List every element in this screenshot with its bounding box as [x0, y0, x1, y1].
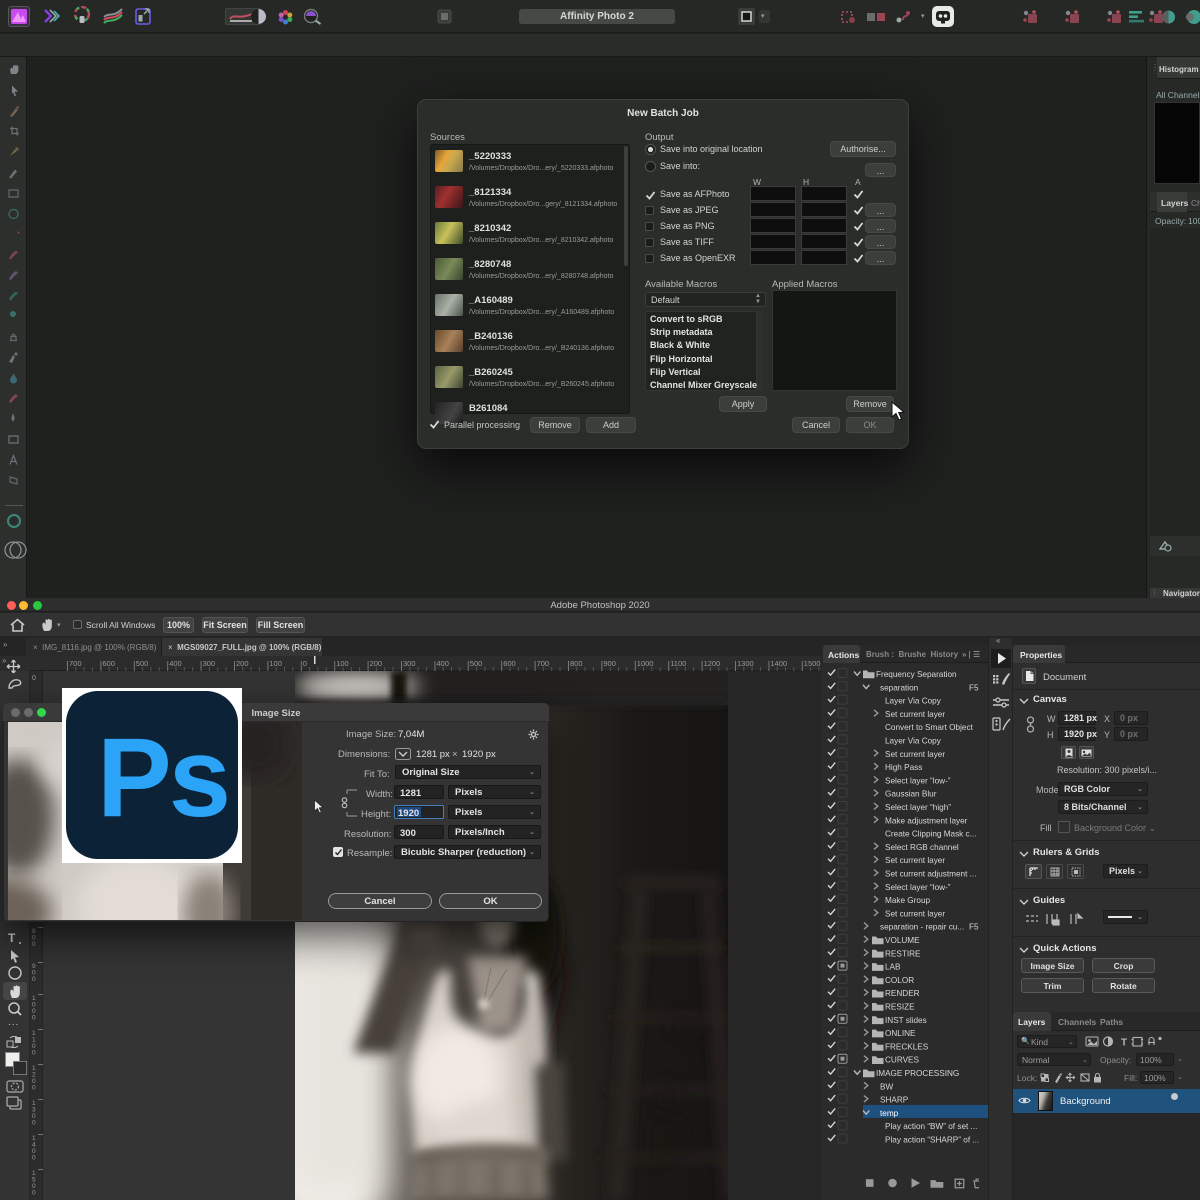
svg-text:CURVES: CURVES — [885, 1056, 920, 1065]
svg-text:Make adjustment layer: Make adjustment layer — [885, 816, 968, 825]
svg-text:1200: 1200 — [704, 659, 721, 668]
svg-text:600: 600 — [102, 659, 115, 668]
svg-text:600: 600 — [503, 659, 516, 668]
svg-text:1500: 1500 — [804, 659, 821, 668]
svg-text:RESIZE: RESIZE — [885, 1003, 915, 1012]
svg-text:0: 0 — [32, 1190, 36, 1197]
svg-text:800: 800 — [570, 659, 583, 668]
svg-text:IMAGE PROCESSING: IMAGE PROCESSING — [876, 1069, 959, 1078]
svg-text:Play action “BW” of set ...: Play action “BW” of set ... — [885, 1122, 977, 1131]
svg-text:temp: temp — [880, 1109, 899, 1118]
svg-text:Make Group: Make Group — [885, 896, 930, 905]
svg-text:separation: separation — [880, 683, 919, 692]
svg-text:100: 100 — [336, 659, 349, 668]
svg-text:0: 0 — [32, 675, 36, 682]
svg-text:COLOR: COLOR — [885, 976, 914, 985]
svg-text:Frequency Separation: Frequency Separation — [876, 670, 957, 679]
svg-text:1300: 1300 — [737, 659, 754, 668]
svg-text:700: 700 — [69, 659, 82, 668]
svg-text:Select layer “high”: Select layer “high” — [885, 803, 951, 812]
svg-text:Layer Via Copy: Layer Via Copy — [885, 737, 942, 746]
svg-text:Gaussian Blur: Gaussian Blur — [885, 790, 937, 799]
svg-text:INST slides: INST slides — [885, 1016, 927, 1025]
svg-text:ONLINE: ONLINE — [885, 1029, 916, 1038]
svg-text:LAB: LAB — [885, 963, 901, 972]
svg-text:500: 500 — [470, 659, 483, 668]
svg-text:300: 300 — [403, 659, 416, 668]
svg-text:Layer Via Copy: Layer Via Copy — [885, 697, 942, 706]
svg-text:300: 300 — [203, 659, 216, 668]
svg-text:400: 400 — [436, 659, 449, 668]
svg-text:SHARP: SHARP — [880, 1096, 909, 1105]
svg-text:400: 400 — [169, 659, 182, 668]
svg-text:Set current adjustment ...: Set current adjustment ... — [885, 870, 976, 879]
svg-text:500: 500 — [136, 659, 149, 668]
svg-text:F5: F5 — [969, 923, 979, 932]
svg-text:0: 0 — [32, 1015, 36, 1022]
svg-text:0: 0 — [32, 1085, 36, 1092]
svg-text:Create Clipping Mask c...: Create Clipping Mask c... — [885, 830, 976, 839]
svg-text:separation - repair cu...: separation - repair cu... — [880, 923, 964, 932]
svg-text:0: 0 — [32, 976, 36, 983]
svg-text:0: 0 — [32, 941, 36, 948]
svg-text:Select layer “low-”: Select layer “low-” — [885, 776, 951, 785]
svg-text:1100: 1100 — [670, 659, 686, 668]
svg-text:1000: 1000 — [637, 659, 654, 668]
svg-text:Select RGB channel: Select RGB channel — [885, 843, 959, 852]
svg-text:Set current layer: Set current layer — [885, 856, 945, 865]
svg-text:0: 0 — [303, 659, 307, 668]
svg-text:0: 0 — [32, 1120, 36, 1127]
svg-text:100: 100 — [269, 659, 282, 668]
svg-text:700: 700 — [537, 659, 550, 668]
svg-text:200: 200 — [370, 659, 383, 668]
svg-text:High Pass: High Pass — [885, 763, 922, 772]
svg-text:Play action “SHARP” of ...: Play action “SHARP” of ... — [885, 1136, 979, 1145]
svg-text:RESTIRE: RESTIRE — [885, 949, 921, 958]
svg-text:200: 200 — [236, 659, 249, 668]
svg-text:0: 0 — [32, 1155, 36, 1162]
svg-text:T: T — [1121, 1038, 1127, 1049]
svg-text:Set current layer: Set current layer — [885, 909, 945, 918]
svg-text:1400: 1400 — [770, 659, 787, 668]
svg-text:RENDER: RENDER — [885, 989, 920, 998]
svg-text:VOLUME: VOLUME — [885, 936, 920, 945]
svg-text:T: T — [8, 931, 16, 945]
svg-text:Select layer “low-”: Select layer “low-” — [885, 883, 951, 892]
svg-text:900: 900 — [603, 659, 616, 668]
svg-text:BW: BW — [880, 1082, 893, 1091]
svg-text:Set current layer: Set current layer — [885, 750, 945, 759]
svg-text:FRECKLES: FRECKLES — [885, 1042, 929, 1051]
svg-text:F5: F5 — [969, 683, 979, 692]
svg-text:Set current layer: Set current layer — [885, 710, 945, 719]
svg-text:Convert to Smart Object: Convert to Smart Object — [885, 723, 974, 732]
svg-text:0: 0 — [32, 1050, 36, 1057]
